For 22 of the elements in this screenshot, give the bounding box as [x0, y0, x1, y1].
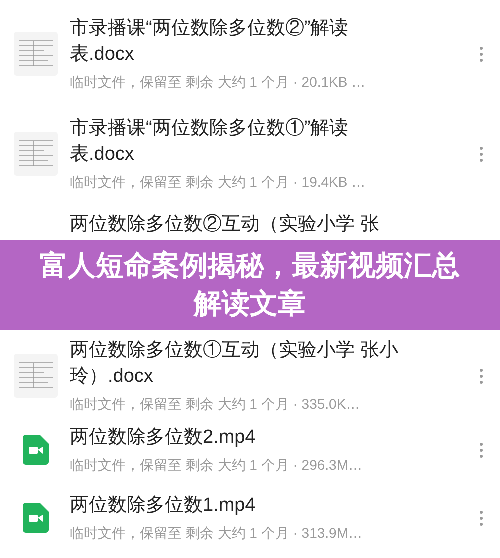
document-thumbnail-icon [14, 32, 58, 76]
file-meta: 临时文件，保留至 剩余 大约 1 个月 · 296.3M… [70, 456, 364, 475]
document-thumbnail-icon [14, 132, 58, 176]
file-name[interactable]: 两位数除多位数1.mp4 [70, 493, 410, 519]
file-meta: 临时文件，保留至 剩余 大约 1 个月 · 313.9M… [70, 524, 364, 543]
more-options-icon[interactable] [478, 368, 484, 384]
video-file-icon [23, 435, 49, 465]
more-options-icon[interactable] [478, 46, 484, 62]
file-name[interactable]: 两位数除多位数①互动（实验小学 张小玲）.docx [70, 338, 410, 390]
more-options-icon[interactable] [478, 510, 484, 526]
file-meta: 临时文件，保留至 剩余 大约 1 个月 · 20.1KB … [70, 73, 367, 92]
banner-headline: 富人短命案例揭秘，最新视频汇总解读文章 [40, 249, 460, 321]
more-options-icon[interactable] [478, 442, 484, 458]
file-meta: 临时文件，保留至 剩余 大约 1 个月 · 19.4KB … [70, 173, 367, 192]
file-name[interactable]: 市录播课“两位数除多位数②”解读表.docx [70, 16, 410, 68]
file-meta: 临时文件，保留至 剩余 大约 1 个月 · 335.0K… [70, 395, 362, 414]
document-thumbnail-icon [14, 354, 58, 398]
file-name[interactable]: 两位数除多位数2.mp4 [70, 425, 410, 451]
file-name[interactable]: 市录播课“两位数除多位数①”解读表.docx [70, 116, 410, 168]
file-name[interactable]: 两位数除多位数②互动（实验小学 张 [70, 212, 410, 238]
more-options-icon[interactable] [478, 146, 484, 162]
video-file-icon [23, 503, 49, 533]
